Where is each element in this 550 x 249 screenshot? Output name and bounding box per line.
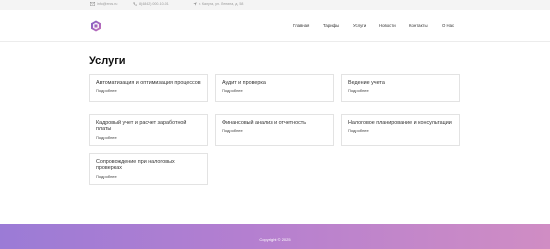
service-card-audit[interactable]: Аудит и проверка Подробнее: [215, 74, 334, 102]
card-title: Кадровый учет и расчет заработной платы: [96, 120, 187, 133]
nav-contacts[interactable]: Контакты: [409, 23, 428, 28]
page-title: Услуги: [89, 55, 126, 67]
card-title: Ведение учета: [348, 80, 385, 86]
nav-about[interactable]: О Нас: [442, 23, 454, 28]
card-more-link[interactable]: Подробнее: [348, 88, 453, 93]
phone-text: 8(4842) 000-10-01: [139, 2, 169, 6]
nav-news[interactable]: Новости: [379, 23, 396, 28]
service-card-accounting[interactable]: Ведение учета Подробнее: [341, 74, 460, 102]
card-title: Налоговое планирование и консультации: [348, 120, 452, 126]
card-title: Автоматизация и оптимизация процессов: [96, 80, 201, 86]
service-card-tax-planning[interactable]: Налоговое планирование и консультации По…: [341, 114, 460, 146]
card-more-link[interactable]: Подробнее: [96, 174, 201, 179]
copyright-text: Copyright © 2025: [259, 237, 291, 242]
mail-icon: [90, 2, 95, 6]
service-card-tax-audit-support[interactable]: Сопровождение при налоговых проверках По…: [89, 153, 208, 185]
service-card-financial-analysis[interactable]: Финансовый анализ и отчетность Подробнее: [215, 114, 334, 146]
site-footer: Copyright © 2025: [0, 224, 550, 249]
card-title: Финансовый анализ и отчетность: [222, 120, 307, 126]
card-more-link[interactable]: Подробнее: [96, 135, 201, 140]
card-title: Аудит и проверка: [222, 80, 266, 86]
service-card-automation[interactable]: Автоматизация и оптимизация процессов По…: [89, 74, 208, 102]
phone-icon: [133, 2, 137, 6]
card-more-link[interactable]: Подробнее: [96, 88, 201, 93]
card-title: Сопровождение при налоговых проверках: [96, 159, 175, 172]
card-more-link[interactable]: Подробнее: [348, 128, 453, 133]
site-logo[interactable]: [90, 19, 102, 32]
address-text: г. Калуга, ул. Ленина, д. 58: [199, 2, 244, 6]
nav-tariffs[interactable]: Тарифы: [323, 23, 339, 28]
card-more-link[interactable]: Подробнее: [222, 128, 327, 133]
nav-home[interactable]: Главная: [293, 23, 309, 28]
email-text: info@ercs.ru: [97, 2, 118, 6]
contact-email[interactable]: info@ercs.ru: [90, 2, 117, 6]
contact-phone[interactable]: 8(4842) 000-10-01: [133, 2, 169, 6]
nav-services[interactable]: Услуги: [353, 23, 366, 28]
service-card-hr-payroll[interactable]: Кадровый учет и расчет заработной платы …: [89, 114, 208, 146]
logo-icon: [91, 20, 101, 32]
location-arrow-icon: [193, 2, 197, 6]
card-more-link[interactable]: Подробнее: [222, 88, 327, 93]
top-info-bar: info@ercs.ru 8(4842) 000-10-01 г. Калуга…: [0, 0, 550, 10]
contact-address: г. Калуга, ул. Ленина, д. 58: [193, 2, 243, 6]
main-navbar: [0, 10, 550, 42]
